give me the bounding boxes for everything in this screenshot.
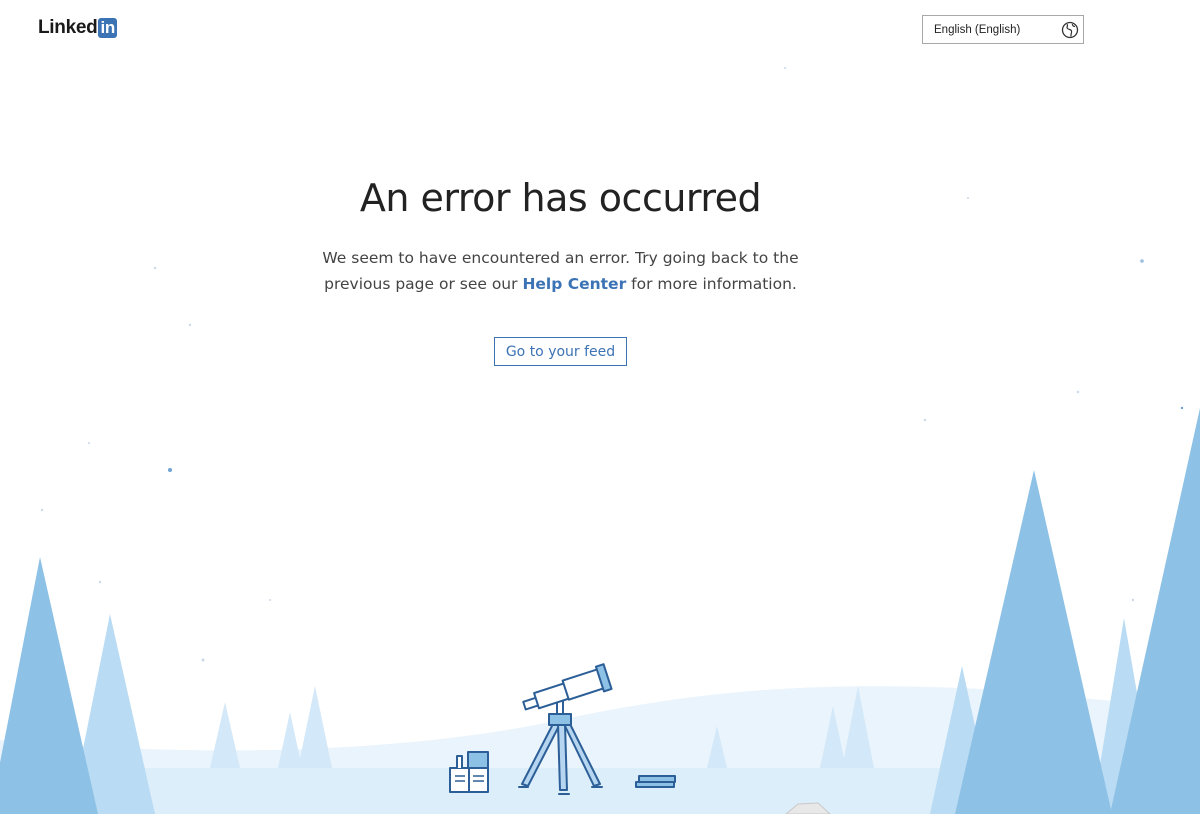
tree-right-big [955,470,1112,814]
tree-left-front [0,557,98,814]
background-scene [0,67,1200,814]
logo-text: Linked [38,17,98,38]
linkedin-logo[interactable]: Linked in [38,17,117,39]
globe-icon [1061,21,1079,38]
language-selector-label: English (English) [934,23,1021,36]
error-description: We seem to have encountered an error. Tr… [290,245,831,297]
help-center-link[interactable]: Help Center [522,275,626,293]
description-text-after: for more information. [626,275,797,293]
go-to-feed-button[interactable]: Go to your feed [494,337,627,366]
stacked-books-illustration [635,775,676,788]
logo-badge: in [98,18,117,38]
page-title: An error has occurred [359,176,762,220]
language-selector[interactable]: English (English) [922,15,1084,44]
